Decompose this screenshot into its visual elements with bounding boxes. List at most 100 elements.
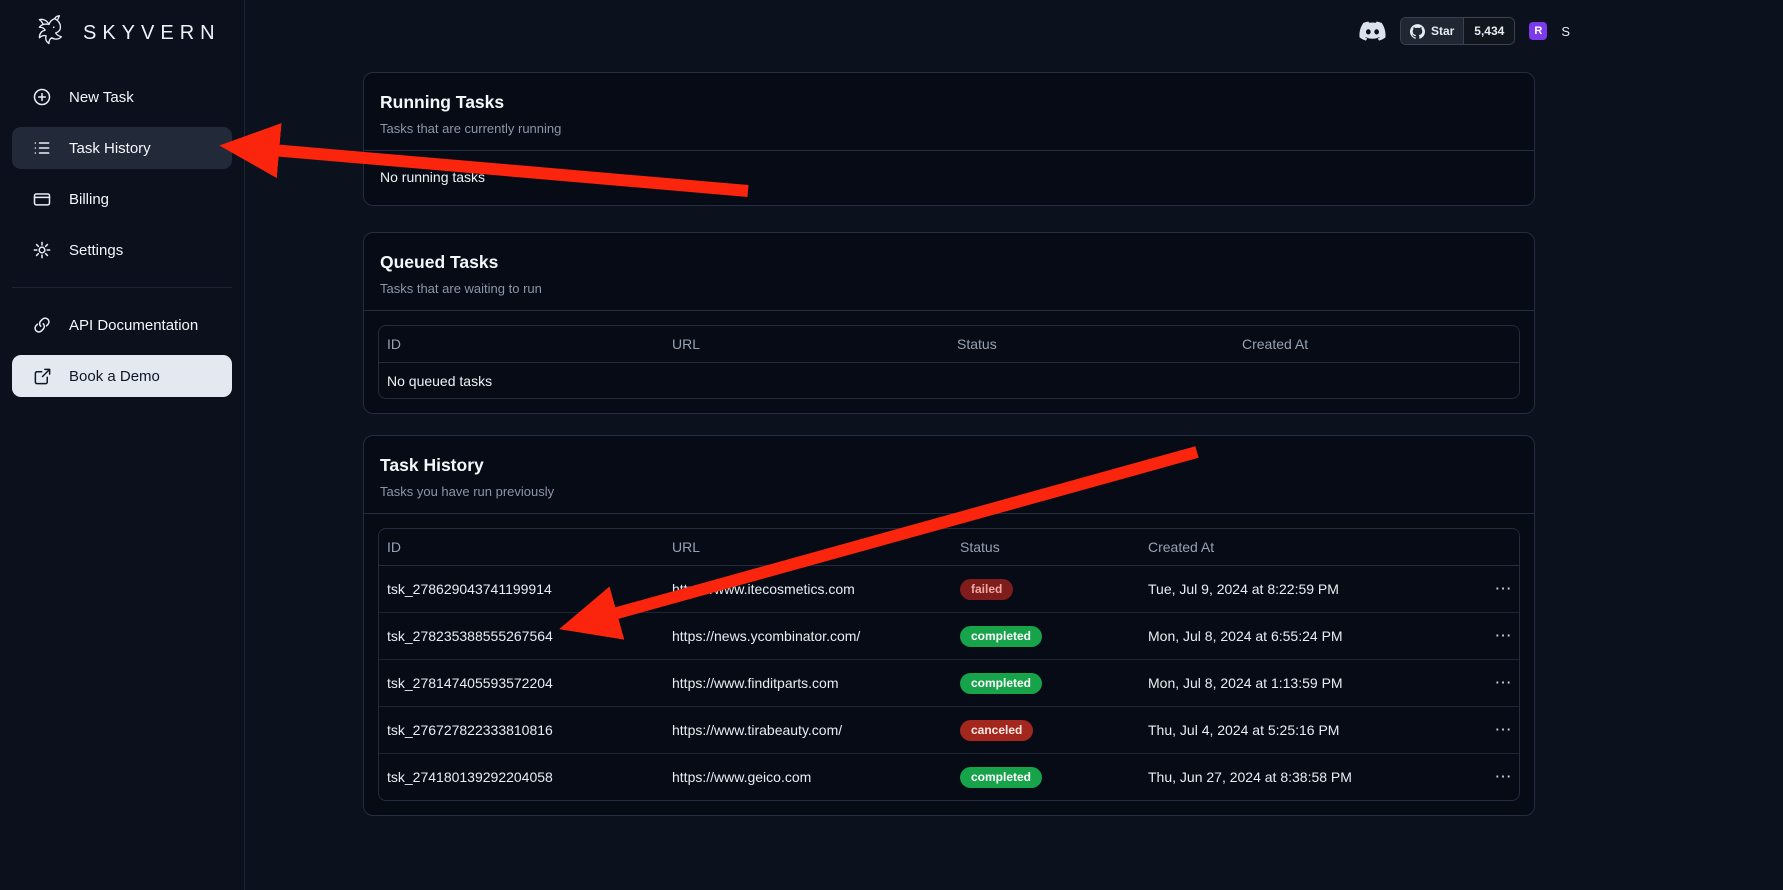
sidebar-item-label: Task History — [69, 140, 151, 157]
github-star-button[interactable]: Star 5,434 — [1400, 17, 1515, 45]
ellipsis-menu-button[interactable]: ⋯ — [1489, 580, 1518, 598]
task-history-card: Task History Tasks you have run previous… — [363, 435, 1535, 816]
table-header-row: ID URL Status Created At — [379, 326, 1519, 363]
task-history-header: Task History Tasks you have run previous… — [364, 436, 1534, 514]
ellipsis-menu-button[interactable]: ⋯ — [1489, 627, 1518, 645]
card-title: Queued Tasks — [380, 250, 1516, 274]
task-id: tsk_278147405593572204 — [379, 675, 664, 691]
running-tasks-header: Running Tasks Tasks that are currently r… — [364, 73, 1534, 151]
sidebar-item-billing[interactable]: Billing — [12, 178, 232, 220]
card-subtitle: Tasks you have run previously — [380, 484, 1516, 499]
task-url: https://www.itecosmetics.com — [664, 581, 952, 597]
github-star-label: Star — [1431, 24, 1454, 38]
task-created-at: Thu, Jul 4, 2024 at 5:25:16 PM — [1140, 722, 1487, 738]
row-actions: ⋯ — [1487, 627, 1519, 645]
status-badge: canceled — [960, 720, 1033, 741]
sidebar-item-task-history[interactable]: Task History — [12, 127, 232, 169]
column-header-url: URL — [664, 539, 952, 555]
task-status-cell: completed — [952, 767, 1140, 788]
status-badge: failed — [960, 579, 1013, 600]
sidebar-item-api-documentation[interactable]: API Documentation — [12, 304, 232, 346]
external-link-icon — [32, 366, 52, 386]
main-content: Star 5,434 R S Running Tasks Tasks that … — [246, 0, 1783, 890]
gear-icon — [32, 240, 52, 260]
table-row[interactable]: tsk_276727822333810816 https://www.tirab… — [379, 707, 1519, 754]
sidebar-item-label: Billing — [69, 191, 109, 208]
task-history-table: ID URL Status Created At tsk_27862904374… — [378, 528, 1520, 801]
ellipsis-menu-button[interactable]: ⋯ — [1489, 721, 1518, 739]
status-badge: completed — [960, 767, 1042, 788]
row-actions: ⋯ — [1487, 721, 1519, 739]
column-header-status: Status — [952, 539, 1140, 555]
task-status-cell: completed — [952, 626, 1140, 647]
task-id: tsk_278629043741199914 — [379, 581, 664, 597]
task-id: tsk_274180139292204058 — [379, 769, 664, 785]
card-title: Running Tasks — [380, 90, 1516, 114]
status-badge: completed — [960, 673, 1042, 694]
table-row[interactable]: tsk_278147405593572204 https://www.findi… — [379, 660, 1519, 707]
task-url: https://www.geico.com — [664, 769, 952, 785]
task-created-at: Mon, Jul 8, 2024 at 6:55:24 PM — [1140, 628, 1487, 644]
card-subtitle: Tasks that are waiting to run — [380, 281, 1516, 296]
brand-name: SKYVERN — [83, 22, 221, 45]
running-tasks-card: Running Tasks Tasks that are currently r… — [363, 72, 1535, 206]
running-tasks-empty-state: No running tasks — [378, 165, 1520, 191]
card-title: Task History — [380, 453, 1516, 477]
column-header-created-at: Created At — [1234, 336, 1519, 352]
table-row[interactable]: tsk_274180139292204058 https://www.geico… — [379, 754, 1519, 800]
list-icon — [32, 138, 52, 158]
credit-card-icon — [32, 189, 52, 209]
column-header-id: ID — [379, 336, 664, 352]
skyvern-dragon-icon — [26, 11, 70, 55]
queued-tasks-table: ID URL Status Created At No queued tasks — [378, 325, 1520, 399]
table-header-row: ID URL Status Created At — [379, 529, 1519, 566]
card-subtitle: Tasks that are currently running — [380, 121, 1516, 136]
task-created-at: Tue, Jul 9, 2024 at 8:22:59 PM — [1140, 581, 1487, 597]
column-header-created-at: Created At — [1140, 539, 1487, 555]
column-header-id: ID — [379, 539, 664, 555]
task-url: https://news.ycombinator.com/ — [664, 628, 952, 644]
book-a-demo-button[interactable]: Book a Demo — [12, 355, 232, 397]
task-created-at: Thu, Jun 27, 2024 at 8:38:58 PM — [1140, 769, 1487, 785]
app-root: SKYVERN New Task Task History — [0, 0, 1783, 890]
sidebar-nav: New Task Task History Billing — [0, 76, 244, 271]
row-actions: ⋯ — [1487, 674, 1519, 692]
table-row[interactable]: tsk_278235388555267564 https://news.ycom… — [379, 613, 1519, 660]
task-id: tsk_276727822333810816 — [379, 722, 664, 738]
sidebar-secondary-nav: API Documentation Book a Demo — [12, 287, 232, 397]
task-status-cell: failed — [952, 579, 1140, 600]
status-badge: completed — [960, 626, 1042, 647]
sidebar: SKYVERN New Task Task History — [0, 0, 245, 890]
ellipsis-menu-button[interactable]: ⋯ — [1489, 674, 1518, 692]
row-actions: ⋯ — [1487, 580, 1519, 598]
link-icon — [32, 315, 52, 335]
task-status-cell: canceled — [952, 720, 1140, 741]
logo[interactable]: SKYVERN — [26, 10, 230, 56]
task-id: tsk_278235388555267564 — [379, 628, 664, 644]
plus-circle-icon — [32, 87, 52, 107]
task-created-at: Mon, Jul 8, 2024 at 1:13:59 PM — [1140, 675, 1487, 691]
queued-tasks-header: Queued Tasks Tasks that are waiting to r… — [364, 233, 1534, 311]
task-status-cell: completed — [952, 673, 1140, 694]
table-row[interactable]: tsk_278629043741199914 https://www.iteco… — [379, 566, 1519, 613]
task-url: https://www.tirabeauty.com/ — [664, 722, 952, 738]
github-icon — [1410, 24, 1425, 39]
sidebar-item-new-task[interactable]: New Task — [12, 76, 232, 118]
github-star-count: 5,434 — [1463, 18, 1514, 44]
sidebar-item-settings[interactable]: Settings — [12, 229, 232, 271]
discord-icon[interactable] — [1359, 21, 1386, 41]
column-header-status: Status — [949, 336, 1234, 352]
sidebar-item-label: Settings — [69, 242, 123, 259]
queued-tasks-card: Queued Tasks Tasks that are waiting to r… — [363, 232, 1535, 414]
row-actions: ⋯ — [1487, 768, 1519, 786]
topbar: Star 5,434 R S — [1359, 17, 1570, 45]
ellipsis-menu-button[interactable]: ⋯ — [1489, 768, 1518, 786]
user-label: S — [1561, 24, 1570, 39]
sidebar-item-label: API Documentation — [69, 317, 198, 334]
avatar[interactable]: R — [1529, 22, 1547, 40]
column-header-url: URL — [664, 336, 949, 352]
queued-tasks-empty-state: No queued tasks — [379, 363, 1519, 398]
task-url: https://www.finditparts.com — [664, 675, 952, 691]
sidebar-item-label: New Task — [69, 89, 134, 106]
sidebar-item-label: Book a Demo — [69, 368, 160, 385]
